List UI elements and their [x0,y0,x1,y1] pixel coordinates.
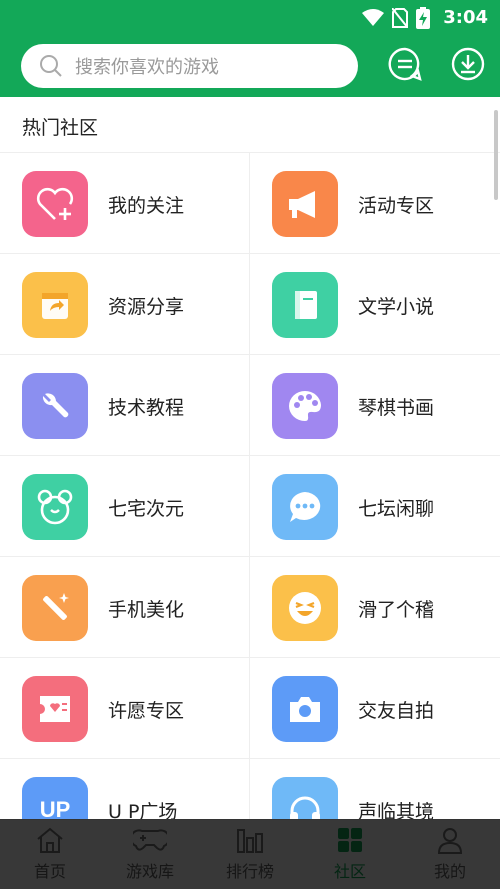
grid-icon [338,828,362,852]
community-item[interactable]: 琴棋书画 [250,355,500,456]
search-icon [40,55,62,77]
community-label: 七宅次元 [108,498,185,520]
community-label: 资源分享 [108,296,185,318]
palette-icon [289,390,321,421]
wifi-icon [362,9,384,26]
home-icon [37,827,63,853]
bottom-tab-bar: 首页 游戏库 排行榜 社区 我的 [0,819,500,889]
community-grid: 我的关注 活动专区 资源分享 文学小说 技术教程 琴棋书画 七宅次元 七坛闲聊 … [0,153,500,819]
community-label: 交友自拍 [358,700,435,722]
community-icon-bg [22,171,88,237]
community-item[interactable]: 交友自拍 [250,658,500,759]
message-button[interactable] [388,47,422,81]
community-item[interactable]: 手机美化 [0,557,250,658]
gamepad-icon [133,829,167,851]
tab-label: 游戏库 [125,862,174,881]
community-label: 声临其境 [358,801,435,819]
community-icon-bg [272,676,338,742]
person-icon [437,828,463,854]
status-time: 3:04 [443,7,488,28]
community-label: 滑了个稽 [358,599,435,621]
up-badge-icon: UP [39,797,71,819]
tab-label: 社区 [333,862,366,881]
community-icon-bg: UP [22,777,88,819]
search-placeholder: 搜索你喜欢的游戏 [75,57,219,78]
community-icon-bg [22,373,88,439]
community-item[interactable]: 文学小说 [250,254,500,355]
heart-plus-icon [36,187,74,220]
bear-icon [37,489,73,525]
wrench-icon [42,393,69,418]
bar-chart-icon [237,829,263,853]
community-icon-bg [272,272,338,338]
community-label: 技术教程 [108,397,185,419]
chat-bubble-icon [290,492,321,522]
community-icon-bg [272,474,338,540]
headphones-icon [290,796,320,819]
community-item[interactable]: 技术教程 [0,355,250,456]
community-label: U P广场 [108,801,178,819]
community-icon-bg [22,474,88,540]
community-label: 活动专区 [358,195,435,217]
download-icon [451,47,485,81]
tab-label: 首页 [33,862,66,881]
community-item[interactable]: UP U P广场 [0,759,250,819]
community-icon-bg [22,575,88,641]
scrollbar[interactable] [494,110,498,200]
tab-home[interactable]: 首页 [0,820,100,889]
section-header: 热门社区 [0,97,500,153]
community-item[interactable]: 我的关注 [0,153,250,254]
community-item[interactable]: 滑了个稽 [250,557,500,658]
community-item[interactable]: 七坛闲聊 [250,456,500,557]
community-icon-bg [272,373,338,439]
community-item[interactable]: 资源分享 [0,254,250,355]
community-icon-bg [22,272,88,338]
section-title: 热门社区 [22,117,99,139]
download-button[interactable] [451,47,485,81]
search-bar[interactable]: 搜索你喜欢的游戏 [21,44,358,88]
megaphone-icon [289,191,315,218]
community-item[interactable]: 活动专区 [250,153,500,254]
community-item[interactable]: 七宅次元 [0,456,250,557]
tab-label: 排行榜 [225,862,274,881]
community-icon-bg [22,676,88,742]
book-icon [295,291,317,319]
community-label: 我的关注 [108,195,185,217]
status-bar: 3:04 [0,0,500,36]
community-icon-bg [272,777,338,819]
tab-me[interactable]: 我的 [400,820,500,889]
community-label: 许愿专区 [108,700,185,722]
tab-label: 我的 [433,862,466,881]
community-item[interactable]: 声临其境 [250,759,500,819]
community-icon-bg [272,171,338,237]
community-label: 手机美化 [108,599,185,621]
community-icon-bg [272,575,338,641]
share-box-icon [42,293,68,319]
tab-ranking[interactable]: 排行榜 [200,820,300,889]
community-item[interactable]: 许愿专区 [0,658,250,759]
header-bar: 3:04 搜索你喜欢的游戏 [0,0,500,97]
message-icon [388,47,422,81]
tab-community[interactable]: 社区 [300,820,400,889]
tab-game-library[interactable]: 游戏库 [100,820,200,889]
community-label: 琴棋书画 [358,397,435,419]
camera-icon [290,697,320,722]
no-sim-icon [392,8,408,28]
laughing-face-icon [289,592,321,624]
status-icons [362,7,430,29]
magic-wand-icon [43,593,69,620]
community-label: 七坛闲聊 [358,498,435,520]
community-label: 文学小说 [358,296,435,318]
battery-charging-icon [416,7,430,29]
wish-card-icon [40,696,70,722]
